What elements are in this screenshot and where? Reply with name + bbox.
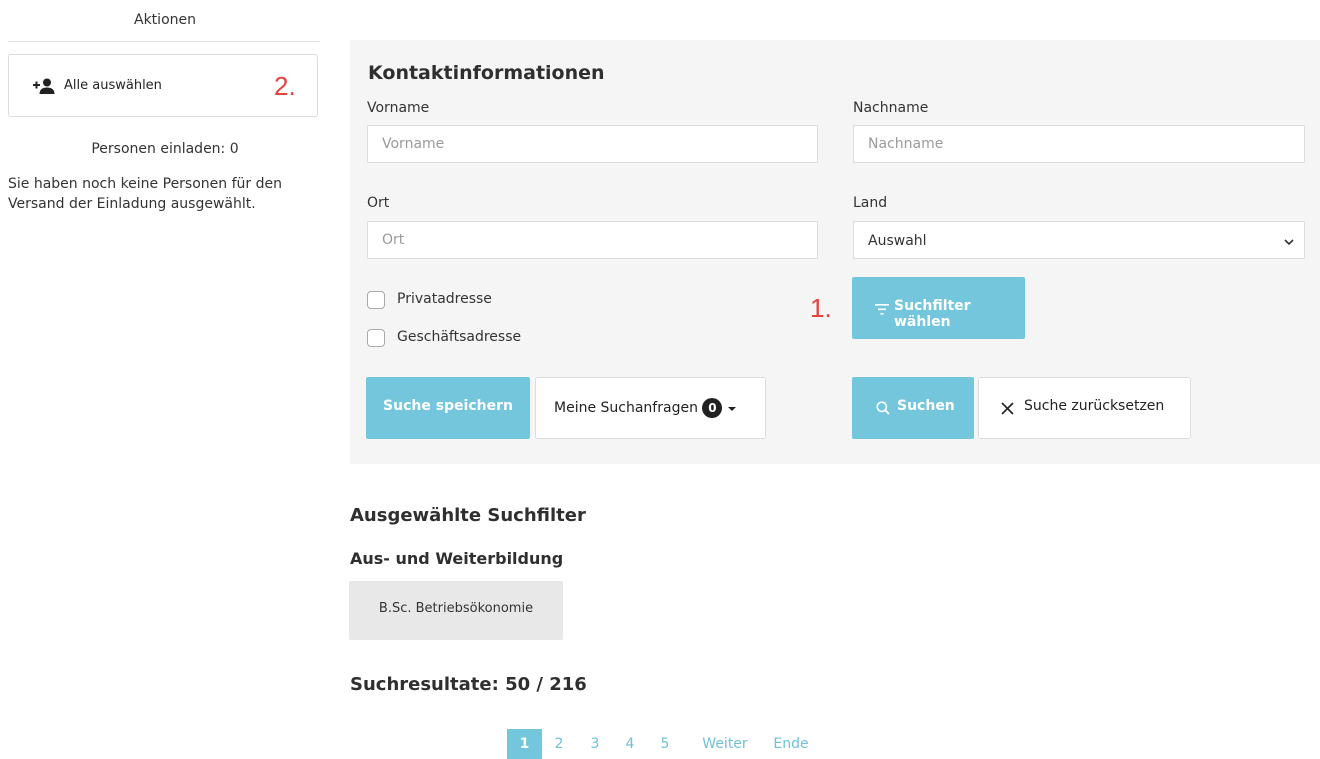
select-all-button[interactable]: Alle auswählen 2. xyxy=(8,54,318,117)
panel-heading: Kontaktinformationen xyxy=(368,62,605,84)
results-heading: Suchresultate: 50 / 216 xyxy=(350,674,587,695)
page-1[interactable]: 1 xyxy=(507,729,542,759)
filter-chip-label: B.Sc. Betriebsökonomie xyxy=(378,601,534,616)
business-address-label: Geschäftsadresse xyxy=(397,329,522,345)
country-select-value: Auswahl xyxy=(868,233,927,249)
business-address-checkbox[interactable]: Geschäftsadresse xyxy=(367,328,567,350)
filter-icon xyxy=(875,303,889,319)
page-2[interactable]: 2 xyxy=(549,729,569,759)
filter-chip[interactable]: B.Sc. Betriebsökonomie xyxy=(349,581,563,640)
search-icon xyxy=(876,401,890,419)
my-queries-button[interactable]: Meine Suchanfragen 0 xyxy=(535,377,766,439)
close-icon xyxy=(1001,402,1014,419)
page-5[interactable]: 5 xyxy=(655,729,675,759)
lastname-input[interactable] xyxy=(853,125,1305,163)
business-address-checkbox-box[interactable] xyxy=(367,329,385,347)
city-input[interactable] xyxy=(367,221,818,259)
chevron-down-icon xyxy=(1284,235,1294,246)
my-queries-count-badge: 0 xyxy=(702,398,723,418)
search-button-label: Suchen xyxy=(897,398,955,414)
private-address-checkbox[interactable]: Privatadresse xyxy=(367,290,567,312)
my-queries-label: Meine Suchanfragen xyxy=(554,400,698,416)
select-all-label: Alle auswählen xyxy=(64,78,162,93)
search-button[interactable]: Suchen xyxy=(852,377,974,439)
pagination: 1 2 3 4 5 Weiter Ende xyxy=(507,729,827,759)
reset-search-button[interactable]: Suche zurücksetzen xyxy=(978,377,1191,439)
filter-button[interactable]: Suchfilter wählen xyxy=(852,277,1025,339)
firstname-label: Vorname xyxy=(367,100,430,116)
filter-button-label: Suchfilter wählen xyxy=(894,298,971,330)
lastname-label: Nachname xyxy=(853,100,929,116)
page-last[interactable]: Ende xyxy=(767,729,815,759)
page-3[interactable]: 3 xyxy=(585,729,605,759)
sidebar: Aktionen Alle auswählen 2. Personen einl… xyxy=(0,0,330,759)
add-person-icon xyxy=(33,78,55,94)
reset-search-label: Suche zurücksetzen xyxy=(1024,398,1165,414)
page-4[interactable]: 4 xyxy=(620,729,640,759)
search-panel: Kontaktinformationen Vorname Nachname Or… xyxy=(350,40,1320,464)
invite-count: Personen einladen: 0 xyxy=(91,141,239,157)
page-next[interactable]: Weiter xyxy=(695,729,755,759)
save-search-button[interactable]: Suche speichern xyxy=(366,377,530,439)
private-address-checkbox-box[interactable] xyxy=(367,291,385,309)
filter-group-heading: Aus- und Weiterbildung xyxy=(350,549,564,568)
invite-note: Sie haben noch keine Personen für den Ve… xyxy=(8,176,282,212)
country-select[interactable]: Auswahl xyxy=(853,221,1305,259)
country-label: Land xyxy=(853,195,888,211)
firstname-input[interactable] xyxy=(367,125,818,163)
annotation-2: 2. xyxy=(274,71,296,101)
caret-down-icon xyxy=(727,400,737,416)
sidebar-divider xyxy=(8,41,320,42)
save-search-label: Suche speichern xyxy=(383,398,513,414)
selected-filters-heading: Ausgewählte Suchfilter xyxy=(350,505,586,526)
private-address-label: Privatadresse xyxy=(397,291,492,307)
sidebar-title: Aktionen xyxy=(134,12,196,28)
annotation-1: 1. xyxy=(810,293,832,323)
city-label: Ort xyxy=(367,195,390,211)
